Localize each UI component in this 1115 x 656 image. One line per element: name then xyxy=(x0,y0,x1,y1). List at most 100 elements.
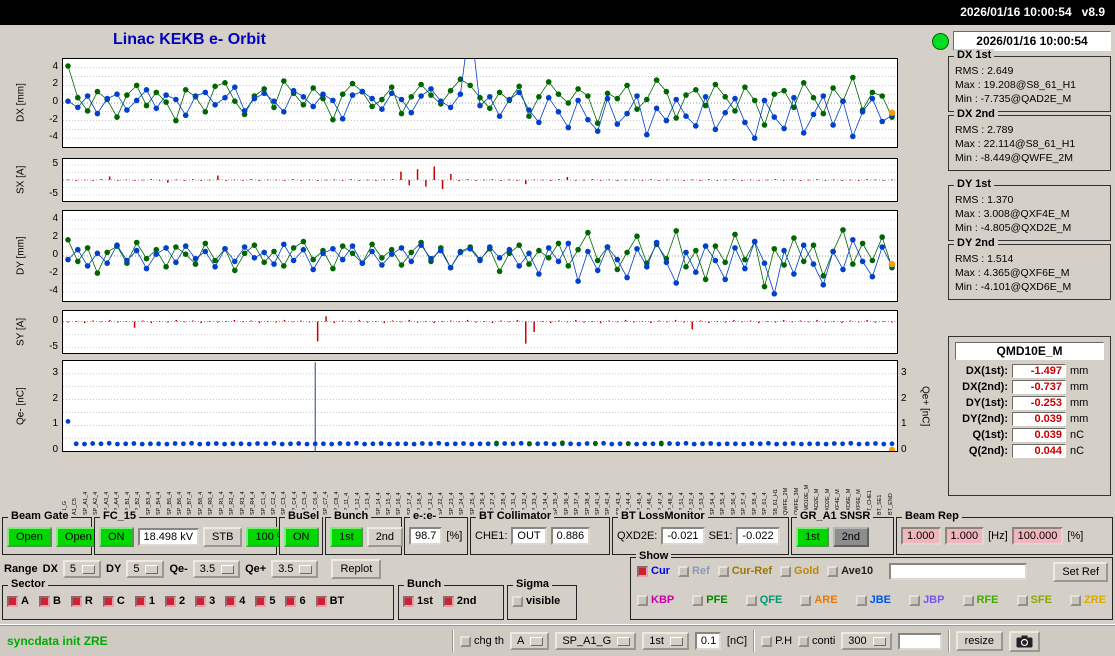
checkbox-box[interactable] xyxy=(316,596,327,607)
show-checkbox-are[interactable]: ARE xyxy=(800,594,837,606)
conti-checkbox[interactable]: conti xyxy=(798,635,835,647)
aux-input[interactable] xyxy=(898,633,942,650)
gr-snsr-1st-button[interactable]: 1st xyxy=(796,527,829,547)
bunch-checkbox-2nd[interactable]: 2nd xyxy=(443,595,477,607)
sector-checkbox-6[interactable]: 6 xyxy=(285,595,305,607)
sector-checkbox-r[interactable]: R xyxy=(71,595,93,607)
resize-button[interactable]: resize xyxy=(956,631,1003,651)
fc15-stb-button[interactable]: STB xyxy=(203,527,242,547)
checkbox-box[interactable] xyxy=(165,596,176,607)
checkbox-box[interactable] xyxy=(800,595,811,606)
checkbox-box[interactable] xyxy=(195,596,206,607)
range-dx-dropdown[interactable]: 5 xyxy=(63,560,101,578)
sector-checkbox-a[interactable]: A xyxy=(7,595,29,607)
checkbox-box[interactable] xyxy=(692,595,703,606)
checkbox-box[interactable] xyxy=(103,596,114,607)
show-checkbox-qfe[interactable]: QFE xyxy=(746,594,783,606)
busel-title: BuSel xyxy=(285,510,322,522)
bpm-name-label: SP_28_4 xyxy=(501,455,507,515)
show-checkbox-ref[interactable]: Ref xyxy=(678,565,710,577)
bunch-dropdown[interactable]: 1st xyxy=(642,632,689,650)
sector-checkbox-2[interactable]: 2 xyxy=(165,595,185,607)
sector-checkbox-bt[interactable]: BT xyxy=(316,595,345,607)
checkbox-label: RFE xyxy=(977,594,999,606)
checkbox-box[interactable] xyxy=(443,596,454,607)
checkbox-box[interactable] xyxy=(909,595,920,606)
bunch-2nd-button[interactable]: 2nd xyxy=(367,527,403,547)
threshold-field[interactable]: 0.1 xyxy=(695,632,721,650)
chg-th-checkbox-box[interactable] xyxy=(460,636,471,647)
show-checkbox-jbp[interactable]: JBP xyxy=(909,594,944,606)
fc15-on-button[interactable]: ON xyxy=(99,527,134,547)
conti-checkbox-box[interactable] xyxy=(798,636,809,647)
sector-checkbox-4[interactable]: 4 xyxy=(225,595,245,607)
checkbox-box[interactable] xyxy=(1070,595,1081,606)
bunch-1st-button[interactable]: 1st xyxy=(330,527,363,547)
range-qe-plus-dropdown[interactable]: 3.5 xyxy=(271,560,318,578)
checkbox-box[interactable] xyxy=(827,566,838,577)
bpm-name-label: SP_57_4 xyxy=(741,455,747,515)
checkbox-box[interactable] xyxy=(71,596,82,607)
bpm-name-label: SP_A4_4 xyxy=(114,455,120,515)
sector-checkbox-c[interactable]: C xyxy=(103,595,125,607)
checkbox-box[interactable] xyxy=(255,596,266,607)
sector-checkbox-5[interactable]: 5 xyxy=(255,595,275,607)
mode-dropdown[interactable]: A xyxy=(510,632,549,650)
range-qe-minus-dropdown[interactable]: 3.5 xyxy=(193,560,240,578)
checkbox-box[interactable] xyxy=(637,566,648,577)
checkbox-box[interactable] xyxy=(780,566,791,577)
checkbox-box[interactable] xyxy=(512,596,523,607)
chg-th-checkbox[interactable]: chg th xyxy=(460,635,504,647)
bpm-name-label: SP_B2_4 xyxy=(135,455,141,515)
show-checkbox-cur-ref[interactable]: Cur-Ref xyxy=(718,565,772,577)
show-checkbox-zre[interactable]: ZRE xyxy=(1070,594,1106,606)
checkbox-box[interactable] xyxy=(403,596,414,607)
selected-monitor-name[interactable]: QMD10E_M xyxy=(955,342,1104,360)
ph-checkbox[interactable]: P.H xyxy=(761,635,792,647)
replot-button[interactable]: Replot xyxy=(331,559,381,579)
busel-on-button[interactable]: ON xyxy=(284,527,319,547)
checkbox-box[interactable] xyxy=(135,596,146,607)
show-checkbox-gold[interactable]: Gold xyxy=(780,565,819,577)
show-checkbox-pfe[interactable]: PFE xyxy=(692,594,727,606)
set-ref-button[interactable]: Set Ref xyxy=(1053,562,1108,582)
gr-snsr-2nd-button[interactable]: 2nd xyxy=(833,527,869,547)
checkbox-box[interactable] xyxy=(39,596,50,607)
screenshot-button[interactable] xyxy=(1009,631,1040,652)
range-qe-minus-value: 3.5 xyxy=(200,563,215,575)
checkbox-box[interactable] xyxy=(7,596,18,607)
checkbox-box[interactable] xyxy=(678,566,689,577)
checkbox-label: Gold xyxy=(794,565,819,577)
checkbox-box[interactable] xyxy=(1017,595,1028,606)
bpm-name-label: SP_R3_4 xyxy=(240,455,246,515)
checkbox-box[interactable] xyxy=(637,595,648,606)
sp-dropdown[interactable]: SP_A1_G xyxy=(555,632,636,650)
range-dy-dropdown[interactable]: 5 xyxy=(126,560,164,578)
monitor-value-field: 0.044 xyxy=(1012,444,1066,458)
sector-checkbox-1[interactable]: 1 xyxy=(135,595,155,607)
checkbox-box[interactable] xyxy=(963,595,974,606)
checkbox-box[interactable] xyxy=(225,596,236,607)
show-checkbox-cur[interactable]: Cur xyxy=(637,565,670,577)
beam-gate-open-button-1[interactable]: Open xyxy=(7,527,52,547)
checkbox-box[interactable] xyxy=(746,595,757,606)
bpm-name-label: SP_22_4 xyxy=(438,455,444,515)
show-checkbox-jbe[interactable]: JBE xyxy=(856,594,891,606)
checkbox-label: 1st xyxy=(417,595,433,607)
show-checkbox-rfe[interactable]: RFE xyxy=(963,594,999,606)
checkbox-box[interactable] xyxy=(856,595,867,606)
bunch-checkbox-1st[interactable]: 1st xyxy=(403,595,433,607)
ref-name-input[interactable] xyxy=(889,563,1027,580)
checkbox-box[interactable] xyxy=(718,566,729,577)
monitor-value-label: DY(2nd): xyxy=(954,413,1008,425)
show-checkbox-ave10[interactable]: Ave10 xyxy=(827,565,873,577)
ph-checkbox-box[interactable] xyxy=(761,636,772,647)
checkbox-box[interactable] xyxy=(285,596,296,607)
show-checkbox-kbp[interactable]: KBP xyxy=(637,594,674,606)
sector-checkbox-b[interactable]: B xyxy=(39,595,61,607)
bpm-name-label: SP_56_4 xyxy=(731,455,737,515)
show-checkbox-sfe[interactable]: SFE xyxy=(1017,594,1052,606)
sector-checkbox-3[interactable]: 3 xyxy=(195,595,215,607)
count-dropdown[interactable]: 300 xyxy=(841,632,891,650)
sigma-checkbox-visible[interactable]: visible xyxy=(512,595,560,607)
